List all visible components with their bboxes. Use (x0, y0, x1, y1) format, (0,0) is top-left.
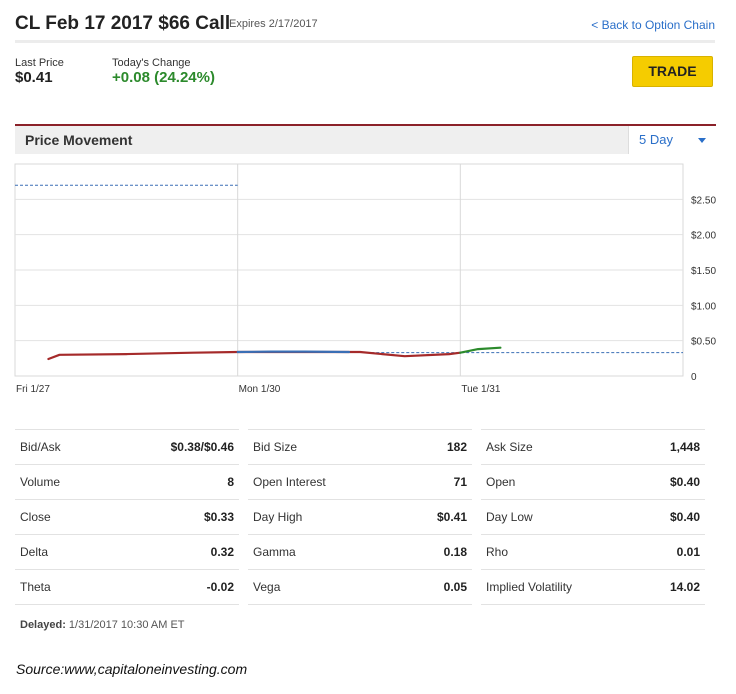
range-dropdown[interactable]: 5 Day (628, 126, 716, 154)
chevron-down-icon (698, 138, 706, 143)
stat-value: 71 (398, 464, 472, 500)
stats-row: Open Interest 71 (248, 464, 472, 500)
stat-label: Rho (481, 534, 640, 570)
stat-label: Theta (15, 569, 107, 605)
stat-value: $0.40 (639, 499, 705, 535)
y-tick-label: $2.50 (691, 195, 716, 206)
stat-value: $0.40 (639, 464, 705, 500)
stat-value: $0.41 (398, 499, 472, 535)
stat-label: Bid Size (248, 429, 399, 465)
stat-value: 8 (106, 464, 239, 500)
stats-row: Day High $0.41 (248, 499, 472, 535)
stats-row: Close $0.33 (15, 499, 239, 535)
y-tick-label: $1.50 (691, 266, 716, 277)
stats-column-2: Bid Size 182 Open Interest 71 Day High $0.4… (248, 429, 472, 605)
stat-label: Vega (248, 569, 399, 605)
trade-button[interactable]: TRADE (632, 56, 713, 87)
y-tick-label: 0 (691, 372, 697, 383)
y-tick-label: $0.50 (691, 337, 716, 348)
stat-label: Open Interest (248, 464, 399, 500)
y-tick-label: $2.00 (691, 231, 716, 242)
stats-column-3: Ask Size 1,448 Open $0.40 Day Low $0.40 Rho… (481, 429, 705, 605)
stat-label: Day Low (481, 499, 640, 535)
header-divider (15, 40, 715, 43)
stat-value: $0.38/$0.46 (106, 429, 239, 465)
stat-label: Open (481, 464, 640, 500)
stat-label: Close (15, 499, 107, 535)
stats-row: Delta 0.32 (15, 534, 239, 570)
stat-label: Gamma (248, 534, 399, 570)
todays-change-value: +0.08 (24.24%) (112, 69, 215, 86)
stat-label: Ask Size (481, 429, 640, 465)
stat-label: Bid/Ask (15, 429, 107, 465)
x-tick-label: Tue 1/31 (461, 384, 501, 395)
y-tick-label: $1.00 (691, 301, 716, 312)
back-to-option-chain-link[interactable]: < Back to Option Chain (591, 18, 715, 32)
stats-row: Ask Size 1,448 (481, 429, 705, 465)
todays-change-label: Today's Change (112, 57, 191, 69)
delayed-time: 1/31/2017 10:30 AM ET (68, 619, 185, 631)
stat-value: $0.33 (106, 499, 239, 535)
stat-value: 0.05 (398, 569, 472, 605)
last-price-label: Last Price (15, 57, 64, 69)
stat-value: 182 (398, 429, 472, 465)
stat-value: 0.32 (106, 534, 239, 570)
price-movement-title: Price Movement (25, 132, 133, 148)
stat-value: 0.18 (398, 534, 472, 570)
stat-value: 14.02 (639, 569, 705, 605)
stats-row: Theta -0.02 (15, 569, 239, 605)
stats-row: Implied Volatility 14.02 (481, 569, 705, 605)
stats-row: Open $0.40 (481, 464, 705, 500)
stat-value: 0.01 (639, 534, 705, 570)
stat-value: -0.02 (106, 569, 239, 605)
x-tick-label: Fri 1/27 (16, 384, 50, 395)
last-price-value: $0.41 (15, 69, 53, 86)
stat-label: Delta (15, 534, 107, 570)
expiration-date: Expires 2/17/2017 (229, 18, 318, 30)
stat-value: 1,448 (639, 429, 705, 465)
stats-row: Bid/Ask $0.38/$0.46 (15, 429, 239, 465)
stats-row: Day Low $0.40 (481, 499, 705, 535)
delayed-notice: Delayed: 1/31/2017 10:30 AM ET (20, 619, 185, 631)
stats-row: Volume 8 (15, 464, 239, 500)
range-dropdown-value: 5 Day (639, 132, 673, 147)
stats-row: Bid Size 182 (248, 429, 472, 465)
source-caption: Source:www,capitaloneinvesting.com (16, 661, 248, 677)
stat-label: Volume (15, 464, 107, 500)
x-tick-label: Mon 1/30 (239, 384, 281, 395)
price-chart: 0 $0.50 $1.00 $1.50 $2.00 $2.50 Fri 1/27 Mon 1/… (14, 163, 716, 395)
option-title: CL Feb 17 2017 $66 Call (15, 13, 231, 34)
stats-row: Rho 0.01 (481, 534, 705, 570)
stats-row: Gamma 0.18 (248, 534, 472, 570)
stats-column-1: Bid/Ask $0.38/$0.46 Volume 8 Close $0.33 De… (15, 429, 239, 605)
delayed-label: Delayed: (20, 619, 66, 631)
stats-row: Vega 0.05 (248, 569, 472, 605)
stat-label: Day High (248, 499, 399, 535)
stat-label: Implied Volatility (481, 569, 640, 605)
